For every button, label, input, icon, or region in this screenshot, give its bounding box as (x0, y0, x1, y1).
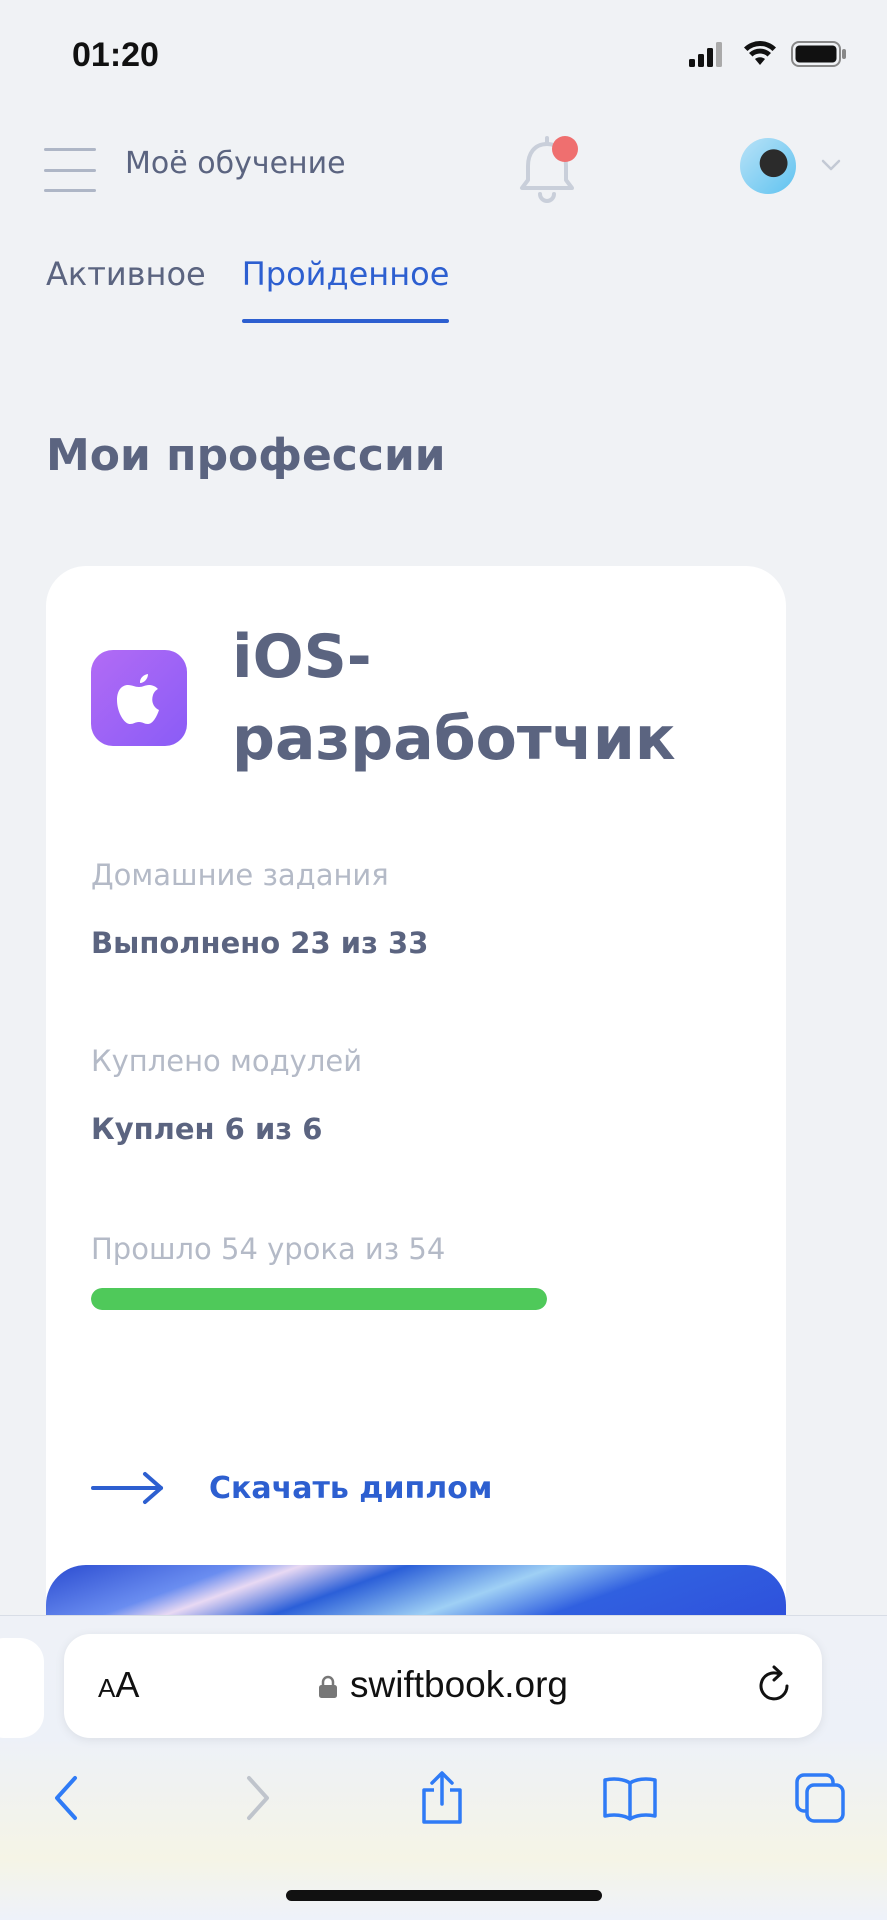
lessons-label: Прошло 54 урока из 54 (91, 1232, 446, 1266)
tab-active[interactable]: Активное (46, 255, 206, 323)
homework-label: Домашние задания (91, 858, 389, 892)
chevron-down-icon[interactable] (820, 158, 842, 172)
apple-icon (117, 674, 159, 724)
download-diploma-label: Скачать диплом (209, 1470, 493, 1506)
share-button[interactable] (410, 1766, 474, 1830)
bookmarks-icon (603, 1777, 657, 1821)
homework-value: Выполнено 23 из 33 (91, 926, 429, 960)
status-time: 01:20 (72, 36, 159, 74)
share-icon (422, 1771, 462, 1824)
page-title: Моё обучение (125, 146, 346, 181)
browser-nav-toolbar (0, 1766, 887, 1846)
url-display[interactable]: swiftbook.org (64, 1664, 822, 1706)
download-diploma-link[interactable]: Скачать диплом (91, 1470, 492, 1506)
tab-bar: Активное Пройденное (46, 255, 449, 323)
tabs-button[interactable] (788, 1766, 852, 1830)
tabs-icon (795, 1773, 845, 1823)
modules-value: Куплен 6 из 6 (91, 1112, 323, 1146)
arrow-right-icon (91, 1472, 163, 1504)
lock-icon (319, 1675, 337, 1698)
section-title: Мои профессии (46, 430, 446, 481)
app-icon (91, 650, 187, 746)
app-header: Моё обучение (0, 120, 887, 210)
profession-card[interactable]: iOS-разработчик Домашние задания Выполне… (46, 566, 786, 1646)
bell-icon[interactable] (512, 130, 582, 210)
home-indicator (286, 1890, 602, 1901)
reload-icon[interactable] (754, 1664, 794, 1706)
lessons-progress-bar (91, 1288, 547, 1310)
tab-completed[interactable]: Пройденное (241, 255, 449, 323)
forward-icon (247, 1776, 269, 1820)
bookmarks-button[interactable] (598, 1766, 662, 1830)
progress-fill (91, 1288, 547, 1310)
url-text: swiftbook.org (350, 1664, 568, 1705)
notification-dot (552, 136, 578, 162)
address-bar[interactable]: AA swiftbook.org (64, 1634, 822, 1738)
wifi-icon (744, 41, 776, 65)
menu-icon[interactable] (44, 148, 96, 192)
browser-toolbar: AA swiftbook.org (0, 1615, 887, 1920)
battery-icon (791, 41, 846, 67)
status-icons (689, 40, 847, 68)
avatar[interactable] (740, 138, 796, 194)
back-icon (55, 1776, 77, 1820)
forward-button[interactable] (226, 1766, 290, 1830)
previous-tab-preview[interactable] (0, 1638, 44, 1738)
signal-icon (689, 42, 722, 67)
status-bar: 01:20 (0, 0, 887, 110)
modules-label: Куплено модулей (91, 1044, 363, 1078)
profession-title: iOS-разработчик (232, 622, 676, 774)
back-button[interactable] (34, 1766, 98, 1830)
